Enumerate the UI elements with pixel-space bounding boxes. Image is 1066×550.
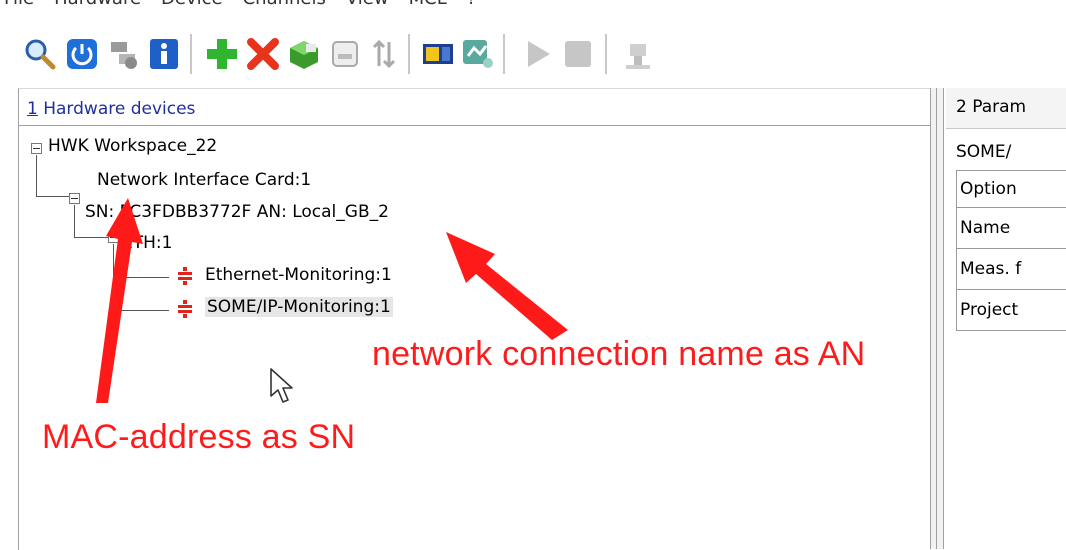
table-row[interactable]: Name [957,208,1066,249]
tree-node-ethernet-monitoring[interactable]: Ethernet-Monitoring:1 [205,265,392,285]
collapse-icon[interactable] [69,193,80,204]
stop-icon[interactable] [560,36,596,72]
device-id-icon[interactable] [327,36,363,72]
vehicle-interface-icon[interactable] [420,36,456,72]
toolbar-separator [408,34,410,74]
panel-splitter[interactable] [930,88,944,549]
mouse-cursor-icon [270,368,293,403]
table-cell: Name [960,218,1011,238]
table-row[interactable]: Project [957,290,1066,331]
parameters-subtitle: SOME/ [956,142,1012,162]
menu-mcl[interactable]: MCL [409,0,447,9]
toolbar-separator [503,34,505,74]
splitter-line [936,88,937,549]
parameters-table: Option Name Meas. f Project [956,170,1066,331]
collapse-icon[interactable] [108,232,119,243]
tree-node-eth[interactable]: ETH:1 [122,233,172,253]
module-icon[interactable] [286,36,322,72]
tree-node-someip-monitoring[interactable]: SOME/IP-Monitoring:1 [205,297,393,317]
toolbar-separator [190,34,192,74]
tree-connector [74,205,75,237]
tab-parameters[interactable]: 2 Param [946,88,1066,129]
sort-icon[interactable] [366,36,402,72]
parameters-panel: 2 Param SOME/ Option Name Meas. f Projec… [946,88,1066,549]
power-icon[interactable] [64,36,100,72]
hardware-devices-panel: 1 Hardware devices HWK Workspace_22 Netw… [18,88,931,550]
delete-icon[interactable] [245,36,281,72]
table-row[interactable]: Meas. f [957,249,1066,290]
play-icon[interactable] [519,36,555,72]
annotation-an-label: network connection name as AN [372,335,866,373]
hardware-icon[interactable] [620,36,656,72]
toolbar-separator [605,34,607,74]
menu-channels[interactable]: Channels [243,0,326,9]
tab-parameters-label: 2 Param [956,97,1027,117]
annotation-sn-label: MAC-address as SN [42,418,356,456]
collapse-icon[interactable] [31,143,42,154]
table-cell: Option [960,179,1017,199]
panel-divider [19,125,931,126]
tree-node-nic[interactable]: Network Interface Card:1 [97,170,311,190]
table-cell: Project [960,300,1019,320]
search-icon[interactable] [22,36,58,72]
selected-node-label: SOME/IP-Monitoring:1 [205,297,393,317]
info-icon[interactable] [146,36,182,72]
tree-connector [36,196,70,197]
menu-help[interactable]: ? [467,0,477,9]
tree-connector [74,237,108,238]
tree-connector [36,155,37,196]
toolbar [0,24,1066,86]
tree-node-serial[interactable]: SN: FC3FDBB3772F AN: Local_GB_2 [85,202,389,222]
panel-number: 1 [27,99,38,119]
channel-icon [178,267,192,285]
menu-view[interactable]: View [346,0,389,9]
add-icon[interactable] [204,36,240,72]
channel-icon [178,300,192,318]
panel-title[interactable]: 1 Hardware devices [27,99,195,119]
config-icon[interactable] [460,36,496,72]
table-cell: Meas. f [960,259,1022,279]
menu-bar: File Hardware Device Channels View MCL ? [0,0,1066,22]
tree-connector [113,277,169,278]
menu-hardware[interactable]: Hardware [54,0,141,9]
panel-title-text: Hardware devices [37,99,196,119]
table-row[interactable]: Option [957,171,1066,208]
menu-file[interactable]: File [4,0,34,9]
tree-node-workspace[interactable]: HWK Workspace_22 [48,136,217,156]
menu-device[interactable]: Device [161,0,223,9]
tree-connector [113,310,169,311]
disconnect-icon[interactable] [105,36,141,72]
